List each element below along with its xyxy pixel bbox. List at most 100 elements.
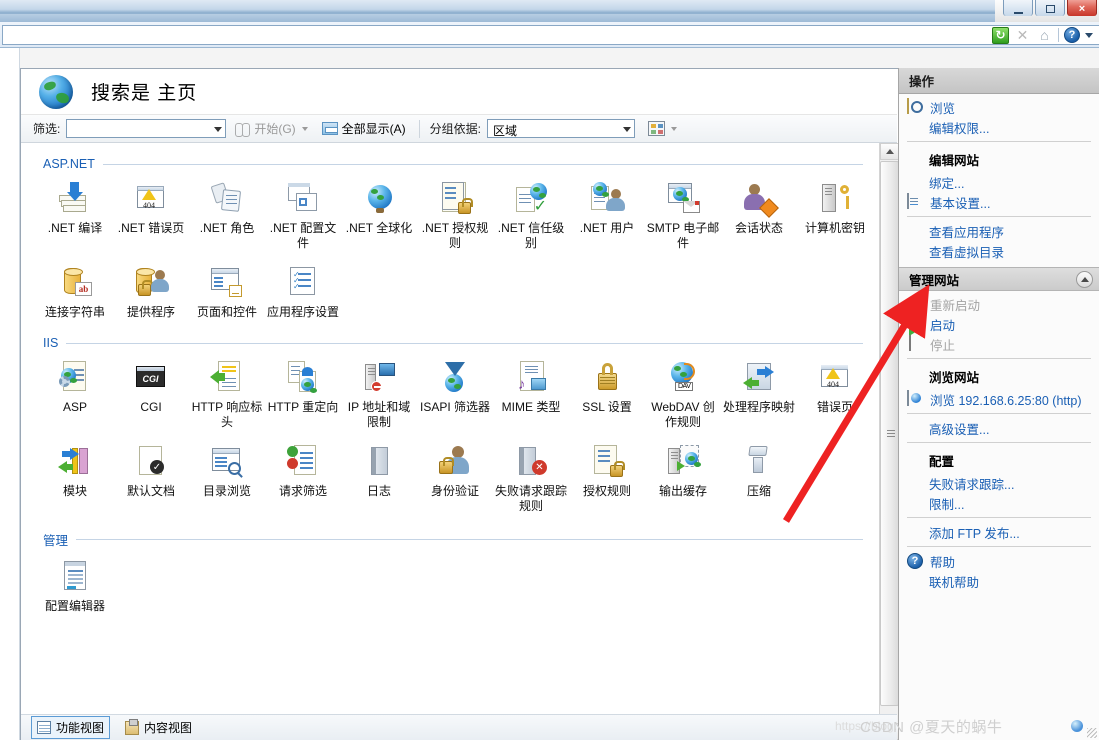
action-failed-request-tracing[interactable]: 失败请求跟踪... [899, 473, 1099, 493]
feature-tile-label: .NET 编译 [47, 221, 103, 235]
feature-tile-ssl-settings[interactable]: SSL 设置 [569, 360, 645, 430]
start-filter-button[interactable]: 开始(G) [232, 119, 312, 138]
feature-tile-net-error-pages[interactable]: 404 .NET 错误页 [113, 181, 189, 251]
feature-tile-net-profile[interactable]: .NET 配置文件 [265, 181, 341, 251]
refresh-icon[interactable] [992, 26, 1009, 44]
view-mode-button[interactable] [645, 120, 682, 137]
feature-tile-configuration-editor[interactable]: 配置编辑器 [37, 559, 113, 614]
feature-tile-http-redirect[interactable]: HTTP 重定向 [265, 360, 341, 430]
tab-content-view[interactable]: 内容视图 [120, 717, 197, 738]
feature-tile-failed-request-tracing-rules[interactable]: ✕ 失败请求跟踪规则 [493, 444, 569, 514]
feature-tile-authorization-rules[interactable]: 授权规则 [569, 444, 645, 514]
filter-input[interactable] [66, 119, 227, 138]
feature-tile-error-pages[interactable]: 404 错误页 [797, 360, 873, 430]
feature-tile-label: .NET 信任级别 [497, 221, 565, 250]
action-label: 失败请求跟踪... [929, 477, 1015, 492]
feature-tile-output-caching[interactable]: 输出缓存 [645, 444, 721, 514]
features-list: ASP.NET .NET 编译 404 .NET 错误页 .NET 角色 .NE… [21, 143, 877, 740]
action-advanced-settings[interactable]: 高级设置... [899, 418, 1099, 438]
help-icon[interactable]: ? [1064, 27, 1080, 43]
close-button[interactable]: × [1067, 0, 1097, 16]
feature-tile-application-settings[interactable]: ✓ ✓ ✓ 应用程序设置 [265, 265, 341, 320]
feature-tile-asp[interactable]: ASP [37, 360, 113, 430]
feature-tile-webdav-authoring-rules[interactable]: DAV WebDAV 创作规则 [645, 360, 721, 430]
scroll-up-button[interactable] [880, 143, 899, 160]
feature-tile-connection-strings[interactable]: ab 连接字符串 [37, 265, 113, 320]
chevron-down-icon[interactable] [214, 127, 223, 132]
tab-features-view[interactable]: 功能视图 [31, 716, 111, 739]
feature-tile-cgi[interactable]: CGI CGI [113, 360, 189, 430]
action-label: 帮助 [930, 555, 956, 570]
action-stop[interactable]: 停止 [899, 334, 1099, 354]
feature-tile-compression[interactable]: 压缩 [721, 444, 797, 514]
feature-tile-handler-mappings[interactable]: 处理程序映射 [721, 360, 797, 430]
show-all-button[interactable]: 全部显示(A) [319, 119, 409, 138]
chevron-down-icon[interactable] [623, 127, 632, 132]
feature-tile-authentication[interactable]: 身份验证 [417, 444, 493, 514]
feature-tile-mime-types[interactable]: ♪ MIME 类型 [493, 360, 569, 430]
feature-tile-isapi-filters[interactable]: ISAPI 筛选器 [417, 360, 493, 430]
collapse-chevron-icon[interactable] [1076, 270, 1093, 288]
feature-tile-label: 处理程序映射 [722, 400, 795, 414]
action-basic-settings[interactable]: 基本设置... [899, 192, 1099, 212]
feature-tile-pages-and-controls[interactable]: 页面和控件 [189, 265, 265, 320]
feature-tile-label: 提供程序 [126, 305, 175, 319]
features-view-area: ASP.NET .NET 编译 404 .NET 错误页 .NET 角色 .NE… [21, 143, 897, 740]
action-start[interactable]: 启动 [899, 309, 1099, 336]
logging-icon [362, 444, 396, 478]
net-roles-icon [210, 181, 244, 215]
scrollbar-thumb[interactable] [880, 161, 899, 706]
feature-tile-directory-browsing[interactable]: 目录浏览 [189, 444, 265, 514]
feature-tile-ip-address-domain-restrictions[interactable]: IP 地址和域限制 [341, 360, 417, 430]
maximize-button[interactable] [1035, 0, 1065, 16]
chevron-down-icon[interactable] [301, 126, 308, 131]
feature-tile-net-roles[interactable]: .NET 角色 [189, 181, 265, 251]
resize-grip[interactable] [1087, 728, 1097, 738]
action-limits[interactable]: 限制... [899, 493, 1099, 513]
action-browse[interactable]: 浏览 [899, 97, 1099, 117]
feature-tile-default-document[interactable]: ✓ 默认文档 [113, 444, 189, 514]
app-body: 搜索是 主页 筛选: 开始(G) 全部显示(A) 分组依据: 区域 ASP.NE… [0, 48, 1099, 740]
action-add-ftp-publishing[interactable]: 添加 FTP 发布... [899, 522, 1099, 542]
action-label: 基本设置... [930, 196, 991, 211]
feature-tile-net-trust-levels[interactable]: ✓ .NET 信任级别 [493, 181, 569, 251]
filter-label: 筛选: [33, 122, 61, 136]
action-view-virtual-directories[interactable]: 查看虚拟目录 [899, 241, 1099, 261]
chevron-down-icon[interactable] [671, 126, 678, 131]
action-help[interactable]: ? 帮助 [899, 551, 1099, 571]
feature-tile-label: 错误页 [816, 400, 853, 414]
feature-tile-smtp-email[interactable]: SMTP 电子邮件 [645, 181, 721, 251]
action-restart[interactable]: ⟳ 重新启动 [899, 294, 1099, 314]
stop-icon[interactable]: ✕ [1014, 27, 1031, 44]
feature-tile-net-globalization[interactable]: .NET 全球化 [341, 181, 417, 251]
chevron-down-icon[interactable] [1085, 32, 1093, 38]
http-response-headers-icon [210, 360, 244, 394]
window-controls[interactable]: × [1003, 0, 1097, 16]
content-scrollbar[interactable] [879, 143, 899, 740]
feature-tile-net-authorization-rules[interactable]: .NET 授权规则 [417, 181, 493, 251]
feature-tile-request-filtering[interactable]: 请求筛选 [265, 444, 341, 514]
actions-section-title: 管理网站 [909, 273, 960, 288]
action-browse-site-url[interactable]: 浏览 192.168.6.25:80 (http) [899, 389, 1099, 409]
feature-tile-net-compilation[interactable]: .NET 编译 [37, 181, 113, 251]
address-bar-input[interactable] [2, 25, 1099, 45]
action-bindings[interactable]: 绑定... [899, 172, 1099, 192]
watermark-text: CSDN @夏天的蜗牛 [860, 719, 1003, 736]
actions-section-manage-site[interactable]: 管理网站 [899, 267, 1099, 291]
feature-tile-net-users[interactable]: .NET 用户 [569, 181, 645, 251]
minimize-button[interactable] [1003, 0, 1033, 16]
action-online-help[interactable]: 联机帮助 [899, 571, 1099, 591]
feature-tile-providers[interactable]: 提供程序 [113, 265, 189, 320]
feature-tile-machine-key[interactable]: 计算机密钥 [797, 181, 873, 251]
feature-tile-http-response-headers[interactable]: HTTP 响应标头 [189, 360, 265, 430]
home-icon[interactable]: ⌂ [1036, 27, 1053, 44]
actions-panel-body: 浏览 编辑权限... 编辑网站 绑定... 基本设置... 查看应用程序 查看虚… [899, 94, 1099, 261]
group-by-select[interactable]: 区域 [487, 119, 636, 138]
action-edit-permissions[interactable]: 编辑权限... [899, 117, 1099, 137]
feature-tile-modules[interactable]: 模块 [37, 444, 113, 514]
feature-tile-label: 页面和控件 [196, 305, 257, 319]
action-view-applications[interactable]: 查看应用程序 [899, 221, 1099, 241]
feature-tile-session-state[interactable]: 会话状态 [721, 181, 797, 251]
net-globalization-icon [362, 181, 396, 215]
feature-tile-logging[interactable]: 日志 [341, 444, 417, 514]
